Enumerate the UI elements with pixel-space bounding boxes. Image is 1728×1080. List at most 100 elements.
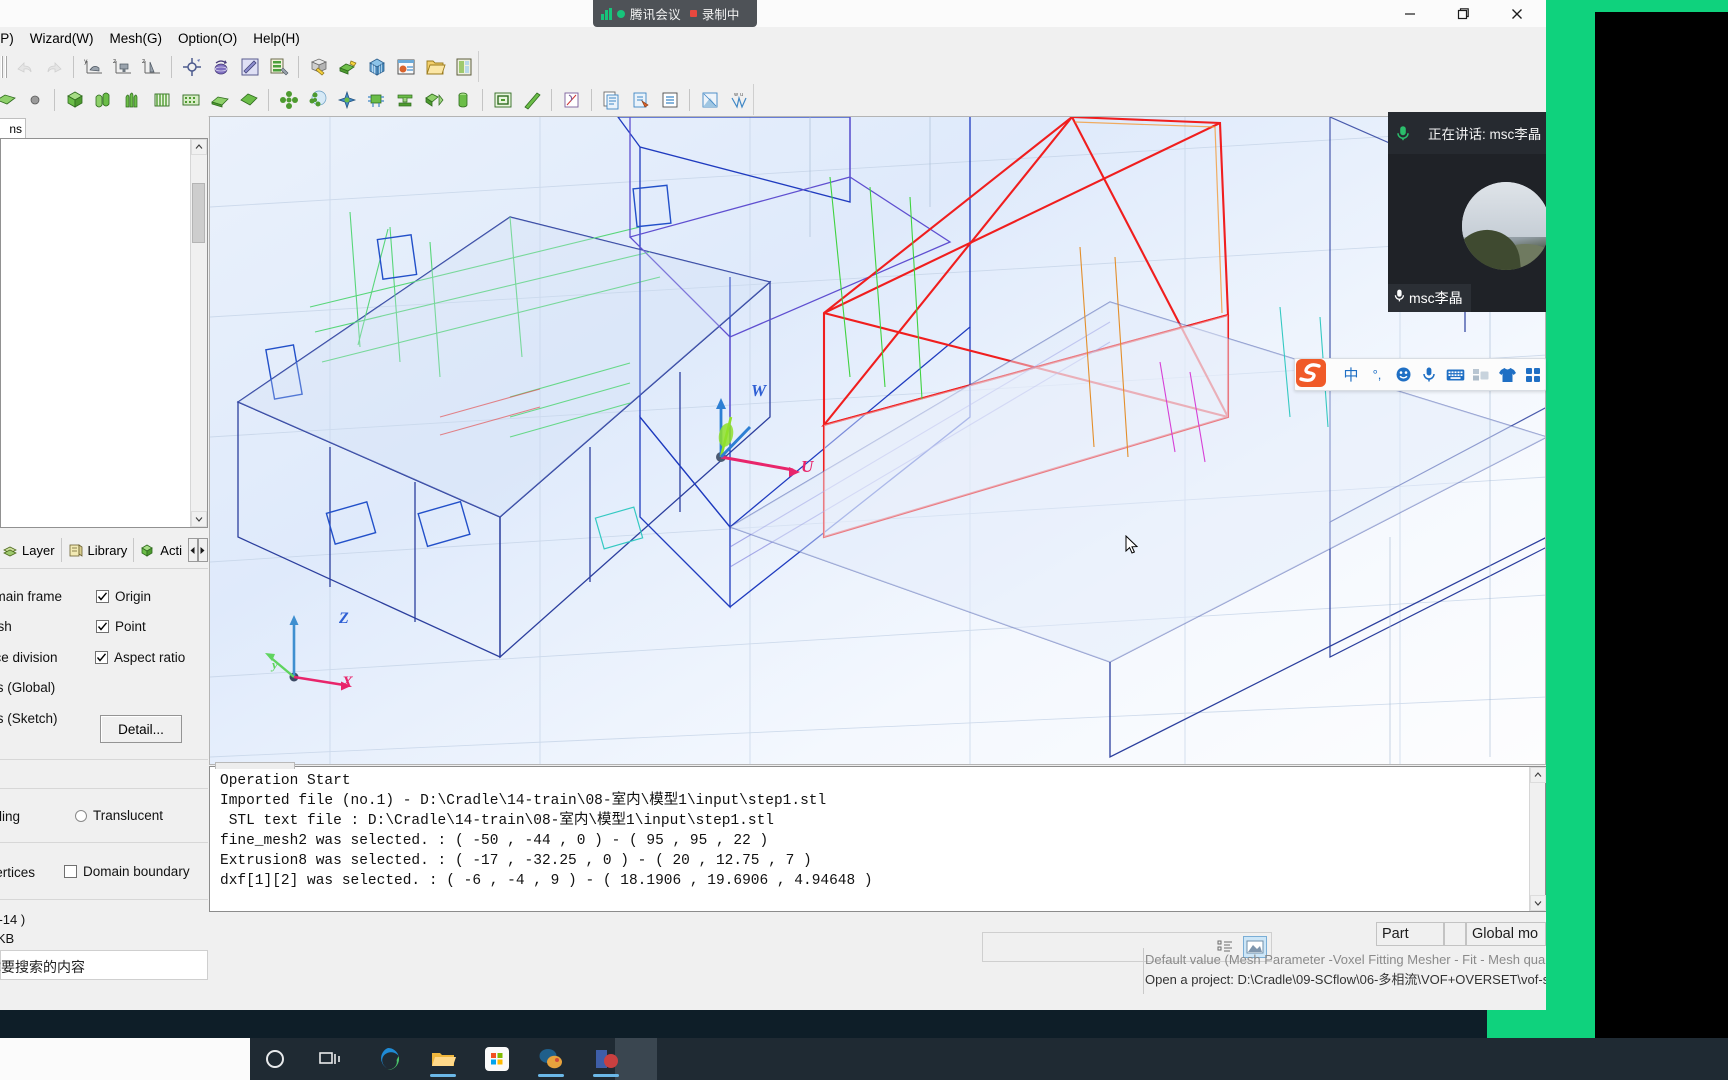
- box-solid-icon[interactable]: [61, 86, 88, 113]
- undo-icon[interactable]: [11, 53, 38, 80]
- console-tab-handle[interactable]: [215, 762, 295, 769]
- detail-button[interactable]: Detail...: [100, 715, 182, 743]
- redo-icon[interactable]: [40, 53, 67, 80]
- extrude-icon[interactable]: [420, 86, 447, 113]
- emoji-icon[interactable]: [1391, 362, 1415, 388]
- mesh-window-icon[interactable]: [392, 53, 419, 80]
- menu-item-wizard[interactable]: Wizard(W): [22, 29, 102, 48]
- view-z2-icon[interactable]: z: [138, 53, 165, 80]
- close-button[interactable]: [1494, 0, 1540, 27]
- view-y-icon[interactable]: y: [80, 53, 107, 80]
- toolbar-separator: [73, 55, 74, 78]
- sphere-icon[interactable]: [21, 86, 48, 113]
- menu-item-option[interactable]: Option(O): [170, 29, 245, 48]
- tab-active[interactable]: Acti: [134, 538, 188, 562]
- checkbox-point-box[interactable]: [96, 620, 109, 633]
- refine-icon[interactable]: [558, 86, 585, 113]
- checkbox-origin[interactable]: Origin: [96, 589, 151, 605]
- checkbox-aspect-ratio[interactable]: Aspect ratio: [95, 650, 185, 666]
- file-explorer-icon[interactable]: [430, 1046, 456, 1072]
- checkbox-aspect-ratio-box[interactable]: [95, 651, 108, 664]
- view-z-icon[interactable]: z: [109, 53, 136, 80]
- doc-paste-icon[interactable]: [627, 86, 654, 113]
- more-apps-icon[interactable]: [1521, 362, 1545, 388]
- scroll-down-arrow-icon[interactable]: [191, 511, 207, 527]
- doc-copy-icon[interactable]: [598, 86, 625, 113]
- checkbox-point[interactable]: Point: [96, 619, 146, 635]
- plane-icon[interactable]: [235, 86, 262, 113]
- menu-item-help[interactable]: Help(H): [245, 29, 308, 48]
- sogou-logo-icon[interactable]: [1292, 355, 1332, 393]
- menu-item-mesh[interactable]: Mesh(G): [102, 29, 171, 48]
- windows-search-box[interactable]: 你要搜索的内容: [0, 950, 208, 980]
- star-icon[interactable]: [333, 86, 360, 113]
- voice-input-icon[interactable]: [1417, 362, 1441, 388]
- radio-translucent-dot[interactable]: [75, 809, 87, 822]
- cylinder-icon[interactable]: [449, 86, 476, 113]
- meeting-video-tile[interactable]: msc李晶: [1388, 154, 1546, 312]
- meeting-recording-pill[interactable]: 腾讯会议 录制中: [593, 0, 757, 27]
- 3d-viewport[interactable]: Z X y W U: [209, 116, 1546, 765]
- tab-layer[interactable]: Layer: [0, 538, 62, 562]
- console-scroll-down-arrow-icon[interactable]: [1530, 895, 1546, 911]
- paint-part-icon[interactable]: [305, 53, 332, 80]
- panel-icon[interactable]: [450, 53, 477, 80]
- menu-item-part[interactable]: t(P): [0, 29, 22, 48]
- checkbox-domain-boundary[interactable]: Domain boundary: [64, 864, 190, 881]
- edge-icon[interactable]: [375, 1046, 401, 1072]
- soft-keyboard-icon[interactable]: [1443, 362, 1467, 388]
- stamp-icon[interactable]: [391, 86, 418, 113]
- cluster-icon[interactable]: [275, 86, 302, 113]
- tab-scroll-next-button[interactable]: [197, 538, 208, 562]
- vector-icon[interactable]: w u: [725, 86, 752, 113]
- cluster2-icon[interactable]: [304, 86, 331, 113]
- tab-library[interactable]: Library: [62, 538, 135, 562]
- prism-icon[interactable]: [206, 86, 233, 113]
- chinese-mode-icon[interactable]: 中: [1339, 362, 1363, 388]
- edge-icon[interactable]: [518, 86, 545, 113]
- scroll-thumb[interactable]: [192, 183, 205, 243]
- folder-open-icon[interactable]: [421, 53, 448, 80]
- microsoft-store-icon[interactable]: [484, 1046, 510, 1072]
- loft-icon[interactable]: [90, 86, 117, 113]
- status-global-mode-field[interactable]: Global mo: [1466, 922, 1546, 946]
- rotate-icon[interactable]: [207, 53, 234, 80]
- minimize-button[interactable]: [1387, 0, 1433, 27]
- maximize-button[interactable]: [1440, 0, 1486, 27]
- preview-icon[interactable]: [696, 86, 723, 113]
- mirror-icon[interactable]: [236, 53, 263, 80]
- sweep-icon[interactable]: [119, 86, 146, 113]
- list-tool-icon[interactable]: [265, 53, 292, 80]
- monitor-icon[interactable]: [489, 86, 516, 113]
- console-scroll-up-arrow-icon[interactable]: [1530, 767, 1546, 783]
- doc-list-icon[interactable]: [656, 86, 683, 113]
- message-console[interactable]: Operation Start Imported file (no.1) - D…: [209, 762, 1546, 912]
- tab-scroll-prev-button[interactable]: [187, 538, 198, 562]
- cortana-icon[interactable]: [262, 1046, 288, 1072]
- tree-tab[interactable]: ns: [0, 118, 26, 138]
- chip-icon[interactable]: [362, 86, 389, 113]
- toolbar-grip[interactable]: [1, 55, 7, 78]
- checkbox-domain-boundary-box[interactable]: [64, 865, 77, 878]
- move-origin-icon[interactable]: [178, 53, 205, 80]
- grid-cube-icon[interactable]: [363, 53, 390, 80]
- tree-vertical-scrollbar[interactable]: [190, 139, 207, 527]
- taskbar-active-app-highlight[interactable]: [615, 1038, 657, 1080]
- skin-icon[interactable]: [1495, 362, 1519, 388]
- grid-plate-icon[interactable]: [177, 86, 204, 113]
- tencent-meeting-icon[interactable]: [593, 1046, 619, 1072]
- punctuation-icon[interactable]: °,: [1365, 362, 1389, 388]
- stripe-icon[interactable]: [148, 86, 175, 113]
- task-view-icon[interactable]: [317, 1046, 343, 1072]
- checkbox-origin-box[interactable]: [96, 590, 109, 603]
- scroll-up-arrow-icon[interactable]: [191, 139, 207, 155]
- model-tree[interactable]: [0, 138, 208, 528]
- meeting-video-panel[interactable]: 正在讲话: msc李晶 msc李晶: [1388, 112, 1546, 312]
- wechat-icon[interactable]: [538, 1046, 564, 1072]
- radio-translucent[interactable]: Translucent: [75, 808, 163, 825]
- toolbox-icon[interactable]: [1469, 362, 1493, 388]
- color-part-icon[interactable]: [334, 53, 361, 80]
- console-vertical-scrollbar[interactable]: [1529, 767, 1546, 911]
- sheet-icon[interactable]: [0, 86, 19, 113]
- status-part-field[interactable]: Part: [1376, 922, 1444, 946]
